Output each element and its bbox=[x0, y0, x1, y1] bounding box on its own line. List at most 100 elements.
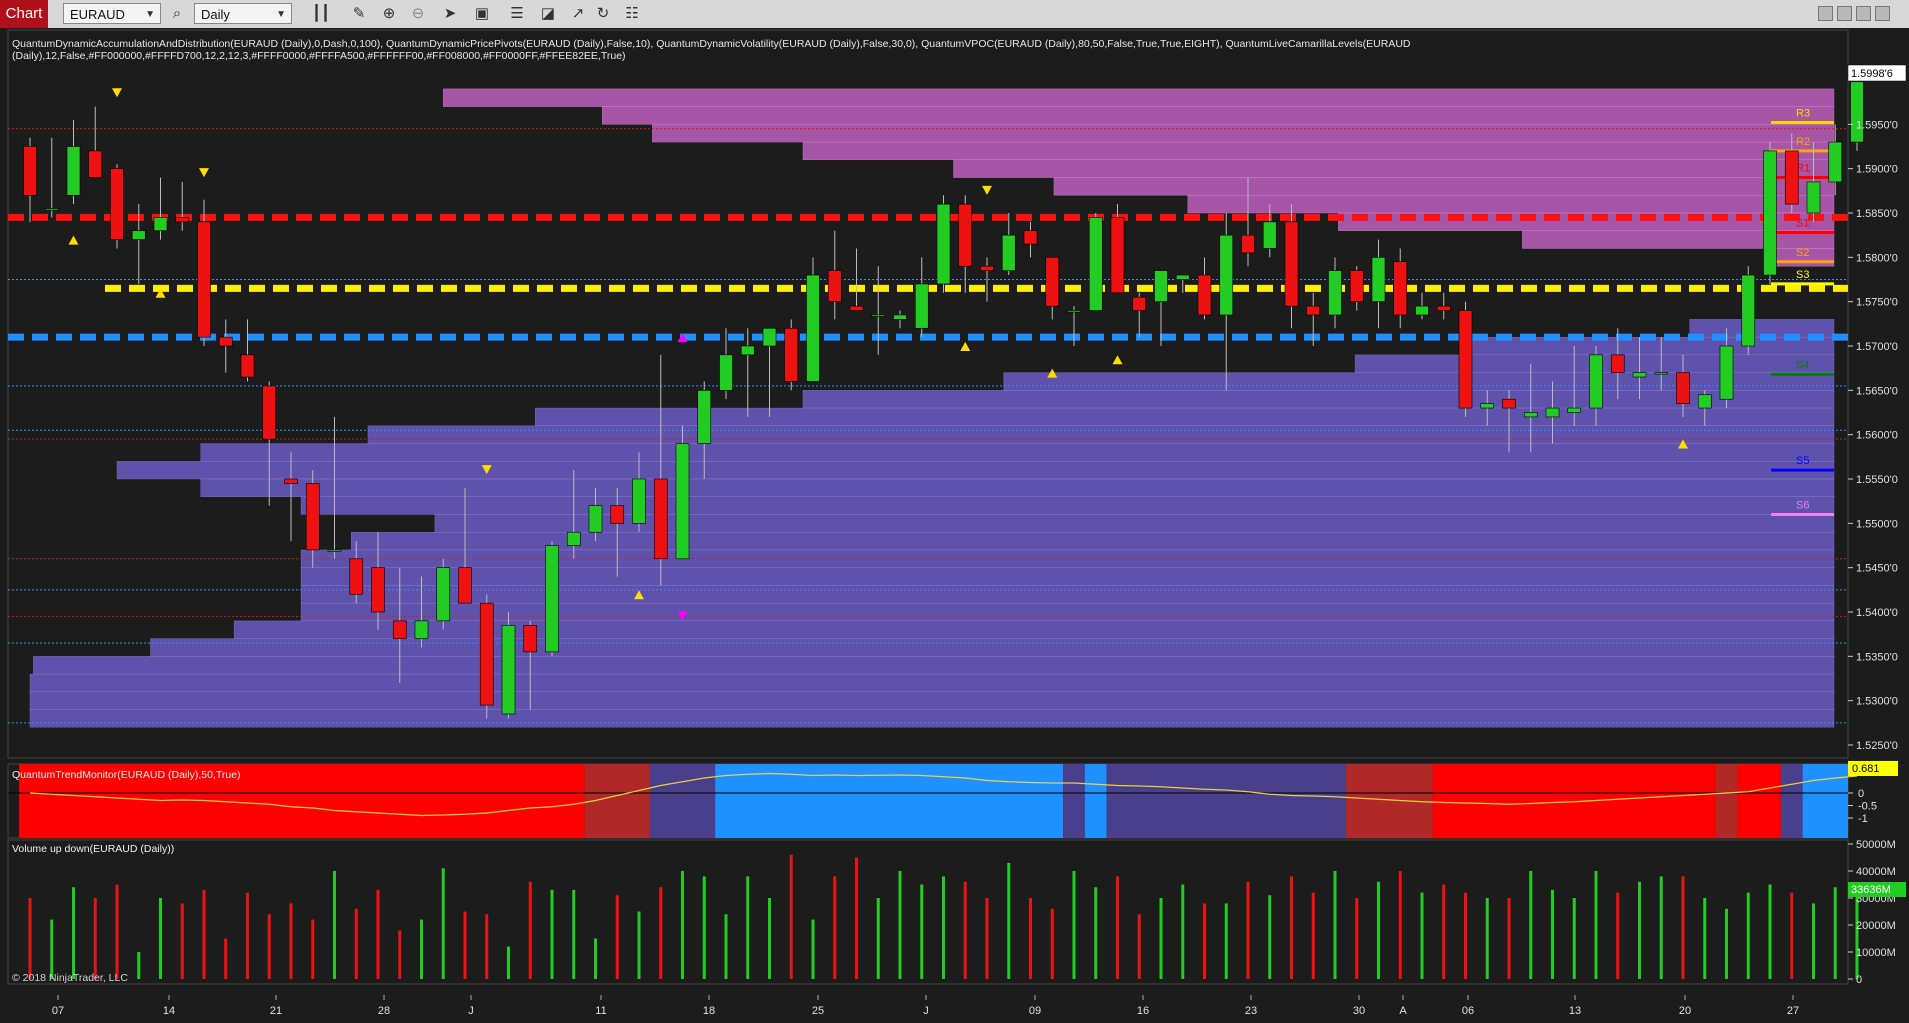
vpoc-bin-low bbox=[300, 496, 1835, 515]
candle-bear bbox=[958, 203, 973, 267]
camarilla-label: S3 bbox=[1796, 269, 1809, 281]
candle-bull bbox=[566, 531, 581, 546]
time-tick-label: 23 bbox=[1245, 1005, 1257, 1017]
time-tick-label: 07 bbox=[52, 1005, 64, 1017]
candle-bear bbox=[1610, 354, 1625, 373]
chevron-down-icon: ▼ bbox=[145, 9, 155, 20]
chart-tab[interactable]: Chart bbox=[0, 0, 48, 28]
candle-bear bbox=[479, 602, 494, 706]
vpoc-bin-high bbox=[652, 124, 1835, 143]
price-axis[interactable]: 1.5950'0 1.5900'0 1.5850'0 1.5800'0 1.5750'0… bbox=[1848, 119, 1898, 752]
trend-tick-label: -0.5 bbox=[1858, 801, 1877, 813]
time-tick-label: 28 bbox=[378, 1005, 390, 1017]
candle-bull bbox=[740, 345, 755, 356]
candle-bull bbox=[1654, 372, 1669, 375]
time-tick-label: 30 bbox=[1353, 1005, 1365, 1017]
camarilla-label: R3 bbox=[1796, 108, 1810, 120]
close-button[interactable] bbox=[1875, 6, 1890, 21]
trend-panel-title: QuantumTrendMonitor(EURAUD (Daily),50,Tr… bbox=[12, 769, 241, 781]
time-tick-label: 20 bbox=[1679, 1005, 1691, 1017]
trend-regime-neutral bbox=[1063, 764, 1085, 838]
candle-bull bbox=[1850, 81, 1864, 143]
candle-bull bbox=[806, 274, 820, 382]
indicator-list-line2: (Daily),12,False,#FF000000,#FFFFD700,12,… bbox=[12, 50, 626, 62]
timeframe-selector[interactable]: Daily ▼ bbox=[194, 3, 292, 24]
refresh-icon[interactable]: ↻ bbox=[593, 4, 613, 24]
candle-bull bbox=[545, 545, 559, 653]
time-tick-label: 06 bbox=[1462, 1005, 1474, 1017]
data-box-icon[interactable]: ▣ bbox=[472, 4, 492, 24]
candle-bull bbox=[1806, 181, 1821, 214]
price-tick-label: 1.5500'0 bbox=[1856, 518, 1898, 530]
candle-bear bbox=[784, 327, 799, 382]
pencil-icon[interactable]: ✎ bbox=[349, 4, 369, 24]
candle-bear bbox=[1393, 261, 1408, 316]
candle-bear bbox=[1284, 221, 1299, 307]
candle-bull bbox=[1328, 270, 1342, 316]
candle-bear bbox=[1676, 372, 1690, 404]
cursor-icon[interactable]: ➤ bbox=[440, 4, 460, 24]
strategy-icon[interactable]: ◪ bbox=[538, 4, 558, 24]
trend-value: 0.681 bbox=[1852, 763, 1880, 775]
volume-panel-title: Volume up down(EURAUD (Daily)) bbox=[12, 843, 174, 855]
candle-bear bbox=[110, 168, 124, 240]
minimize-button[interactable] bbox=[1818, 6, 1833, 21]
time-tick-label: 14 bbox=[163, 1005, 175, 1017]
zoom-out-icon[interactable]: ⊖ bbox=[408, 4, 428, 24]
price-tick-label: 1.5250'0 bbox=[1856, 740, 1898, 752]
zoom-in-icon[interactable]: ⊕ bbox=[379, 4, 399, 24]
trend-value-tag: 0.681 bbox=[1848, 761, 1898, 776]
vpoc-bin-low bbox=[535, 407, 1835, 427]
candle-bull bbox=[893, 314, 907, 320]
candle-bull bbox=[1545, 407, 1560, 418]
vpoc-bin-low bbox=[150, 638, 1835, 657]
candle-bull bbox=[675, 443, 690, 560]
price-tick-label: 1.5400'0 bbox=[1856, 607, 1898, 619]
list-icon[interactable]: ☷ bbox=[622, 4, 642, 24]
bar-chart-icon[interactable]: ┃┃ bbox=[311, 4, 331, 24]
candle-bull bbox=[1523, 412, 1538, 418]
price-tick-label: 1.5600'0 bbox=[1856, 430, 1898, 442]
price-tick-label: 1.5750'0 bbox=[1856, 297, 1898, 309]
candle-bull bbox=[1632, 372, 1647, 378]
price-panel[interactable]: R3R2R1S1S2S3S4S5S6 bbox=[7, 29, 1864, 759]
trend-regime-neutral bbox=[1106, 764, 1346, 838]
vpoc-bin-low bbox=[29, 673, 1835, 692]
volume-tick-label: 40000M bbox=[1856, 866, 1896, 878]
restore-button[interactable] bbox=[1837, 6, 1852, 21]
timeframe-value: Daily bbox=[201, 7, 230, 22]
candle-bull bbox=[871, 314, 886, 317]
chart-area[interactable]: R3 R2 R1 S1 S2 S3 S4 S5 S6 QuantumDynamicAccumul… bbox=[0, 28, 1909, 1023]
camarilla-label: S6 bbox=[1796, 499, 1809, 511]
candle-bear bbox=[1458, 310, 1473, 409]
candle-bear bbox=[284, 478, 298, 484]
trend-regime-bull bbox=[1802, 764, 1848, 838]
properties-icon[interactable]: ☰ bbox=[507, 4, 527, 24]
candle-bear bbox=[1241, 234, 1255, 254]
trend-regime-bull bbox=[1084, 764, 1107, 838]
chart-toolbar: Chart EURAUD ▼ ⌕ Daily ▼ ┃┃ ✎ ⊕ ⊖ ➤ ▣ ☰ … bbox=[0, 0, 1909, 29]
vpoc-bin-low bbox=[200, 443, 1835, 462]
volume-panel[interactable]: Volume up down(EURAUD (Daily)) bbox=[7, 839, 1859, 985]
candle-bear bbox=[197, 221, 211, 338]
price-tick-label: 1.5300'0 bbox=[1856, 696, 1898, 708]
drawing-tools-icon[interactable]: ↗ bbox=[568, 4, 588, 24]
maximize-button[interactable] bbox=[1856, 6, 1871, 21]
candle-bear bbox=[980, 265, 994, 271]
time-tick-label: 11 bbox=[595, 1005, 606, 1017]
candle-bear bbox=[23, 146, 37, 196]
camarilla-label: S2 bbox=[1796, 247, 1809, 259]
vpoc-bin-high bbox=[1053, 177, 1835, 196]
instrument-selector[interactable]: EURAUD ▼ bbox=[63, 3, 161, 24]
volume-tick-label: 0 bbox=[1856, 974, 1862, 986]
vpoc-bin-high bbox=[802, 141, 1835, 160]
candle-bull bbox=[1088, 217, 1103, 311]
candle-bull bbox=[327, 549, 342, 552]
candle-bull bbox=[414, 620, 429, 639]
candle-bull bbox=[719, 354, 733, 391]
search-icon[interactable]: ⌕ bbox=[167, 4, 187, 24]
trend-regime-strong-bear bbox=[1432, 764, 1716, 838]
trend-monitor-panel[interactable]: QuantumTrendMonitor(EURAUD (Daily),50,Tr… bbox=[7, 763, 1858, 839]
candle-bear bbox=[175, 217, 190, 223]
volume-tick-label: 20000M bbox=[1856, 920, 1896, 932]
